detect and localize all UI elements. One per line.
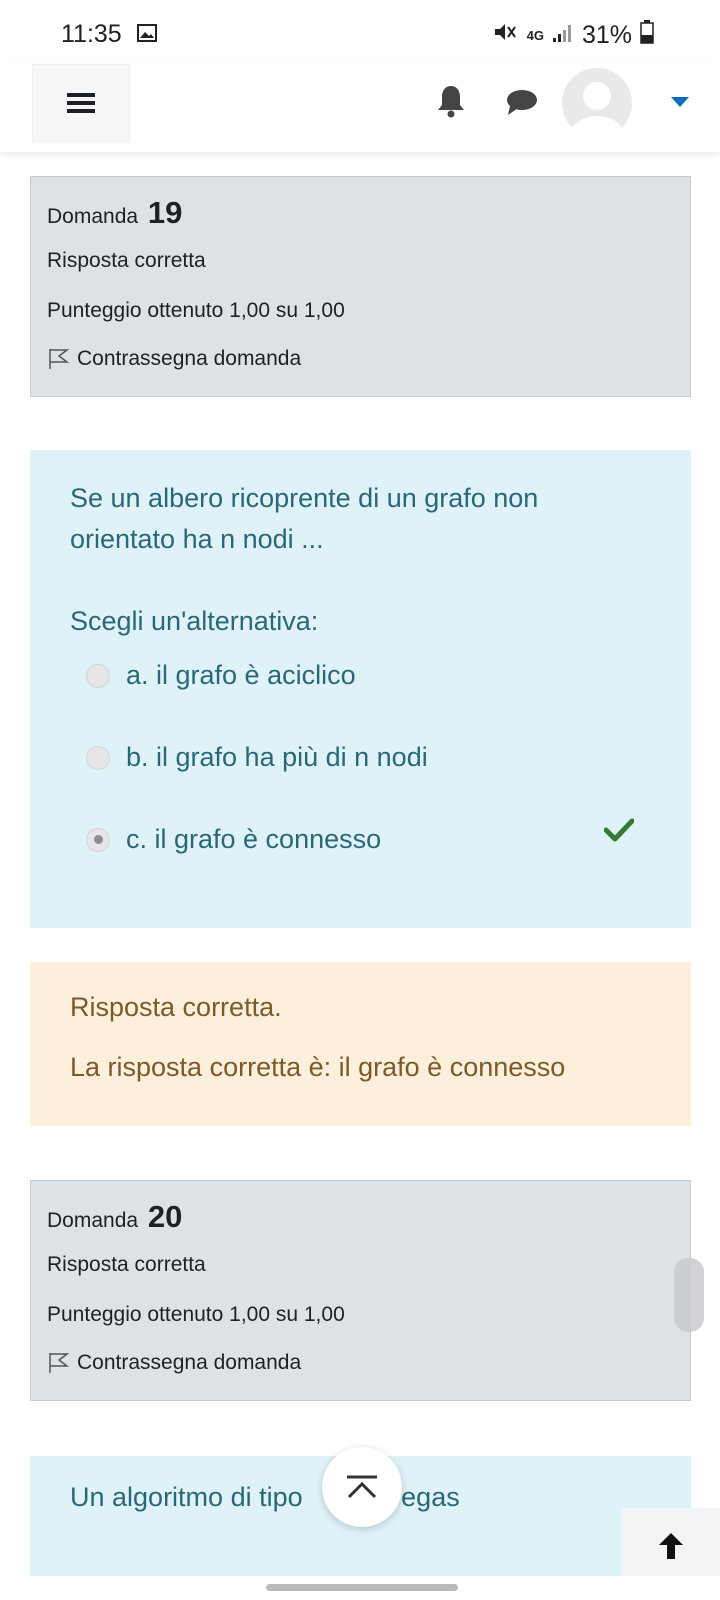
scrollbar-handle[interactable] (674, 1258, 704, 1332)
answer-option-label: b. il grafo ha più di n nodi (126, 742, 428, 772)
question-state: Risposta corretta (47, 1253, 206, 1276)
messages-button[interactable] (506, 88, 538, 121)
question-info-20: Domanda 20 Risposta corretta Punteggio o… (30, 1180, 691, 1401)
caret-down-icon (671, 97, 689, 107)
user-menu-toggle[interactable] (671, 95, 689, 113)
question-text-left: Un algoritmo di tipo (70, 1482, 303, 1512)
question-number-20: Domanda 20 (47, 1199, 182, 1235)
question-number: 19 (147, 195, 183, 230)
bell-icon (438, 86, 464, 118)
feedback-status: Risposta corretta. (70, 992, 282, 1022)
back-to-top-button[interactable] (622, 1508, 720, 1584)
question-content-19: Se un albero ricoprente di un grafo non … (30, 450, 691, 928)
top-navbar (0, 64, 720, 152)
answer-option-b[interactable]: b. il grafo ha più di n nodi (86, 742, 428, 773)
scroll-to-top-fab[interactable] (322, 1447, 402, 1527)
answer-option-a[interactable]: a. il grafo è aciclico (86, 660, 356, 691)
flag-question-link[interactable]: Contrassegna domanda (47, 1351, 301, 1375)
radio-option-c-selected[interactable] (86, 827, 110, 852)
status-right: 4G 31% (493, 20, 654, 51)
signal-icon (552, 21, 574, 50)
answer-prompt: Scegli un'alternativa: (70, 606, 319, 636)
correct-check-icon (603, 818, 635, 847)
answer-option-c[interactable]: c. il grafo è connesso (86, 824, 381, 855)
user-avatar[interactable] (562, 68, 632, 138)
flag-question-label: Contrassegna domanda (77, 1351, 302, 1374)
question-state: Risposta corretta (47, 249, 206, 272)
home-indicator[interactable] (266, 1584, 458, 1591)
arrow-up-icon (659, 1533, 683, 1559)
menu-button[interactable] (32, 64, 130, 142)
battery-label: 31% (581, 21, 632, 49)
answer-option-label: c. il grafo è connesso (126, 824, 382, 854)
answer-feedback: Risposta corretta. La risposta corretta … (30, 962, 691, 1126)
question-label: Domanda (47, 1209, 139, 1232)
status-time: 11:35 (61, 20, 122, 48)
status-bar: 11:35 4G 31% (0, 0, 720, 64)
question-text: Se un albero ricoprente di un grafo non … (70, 483, 539, 554)
chat-icon (507, 90, 537, 115)
network-label: 4G (526, 28, 544, 43)
flag-question-label: Contrassegna domanda (77, 347, 302, 370)
question-grade: Punteggio ottenuto 1,00 su 1,00 (47, 1303, 345, 1326)
flag-icon (49, 349, 69, 369)
question-info-19: Domanda 19 Risposta corretta Punteggio o… (30, 176, 691, 397)
flag-icon (49, 1353, 69, 1373)
notifications-button[interactable] (436, 84, 466, 123)
user-avatar-icon (571, 82, 623, 138)
flag-question-link[interactable]: Contrassegna domanda (47, 347, 301, 371)
question-grade: Punteggio ottenuto 1,00 su 1,00 (47, 299, 345, 322)
question-number-19: Domanda 19 (47, 195, 182, 231)
hamburger-icon (67, 93, 95, 113)
image-notification-icon (137, 24, 157, 47)
chevron-up-bar-icon (347, 1475, 377, 1499)
radio-option-a[interactable] (86, 663, 110, 688)
battery-icon (640, 20, 654, 51)
answer-option-label: a. il grafo è aciclico (126, 660, 356, 690)
radio-option-b[interactable] (86, 745, 110, 770)
question-label: Domanda (47, 205, 139, 228)
mute-icon (493, 21, 519, 50)
question-number: 20 (147, 1199, 183, 1234)
question-text-right: /egas (393, 1482, 460, 1512)
feedback-right-answer: La risposta corretta è: il grafo è conne… (70, 1052, 566, 1082)
